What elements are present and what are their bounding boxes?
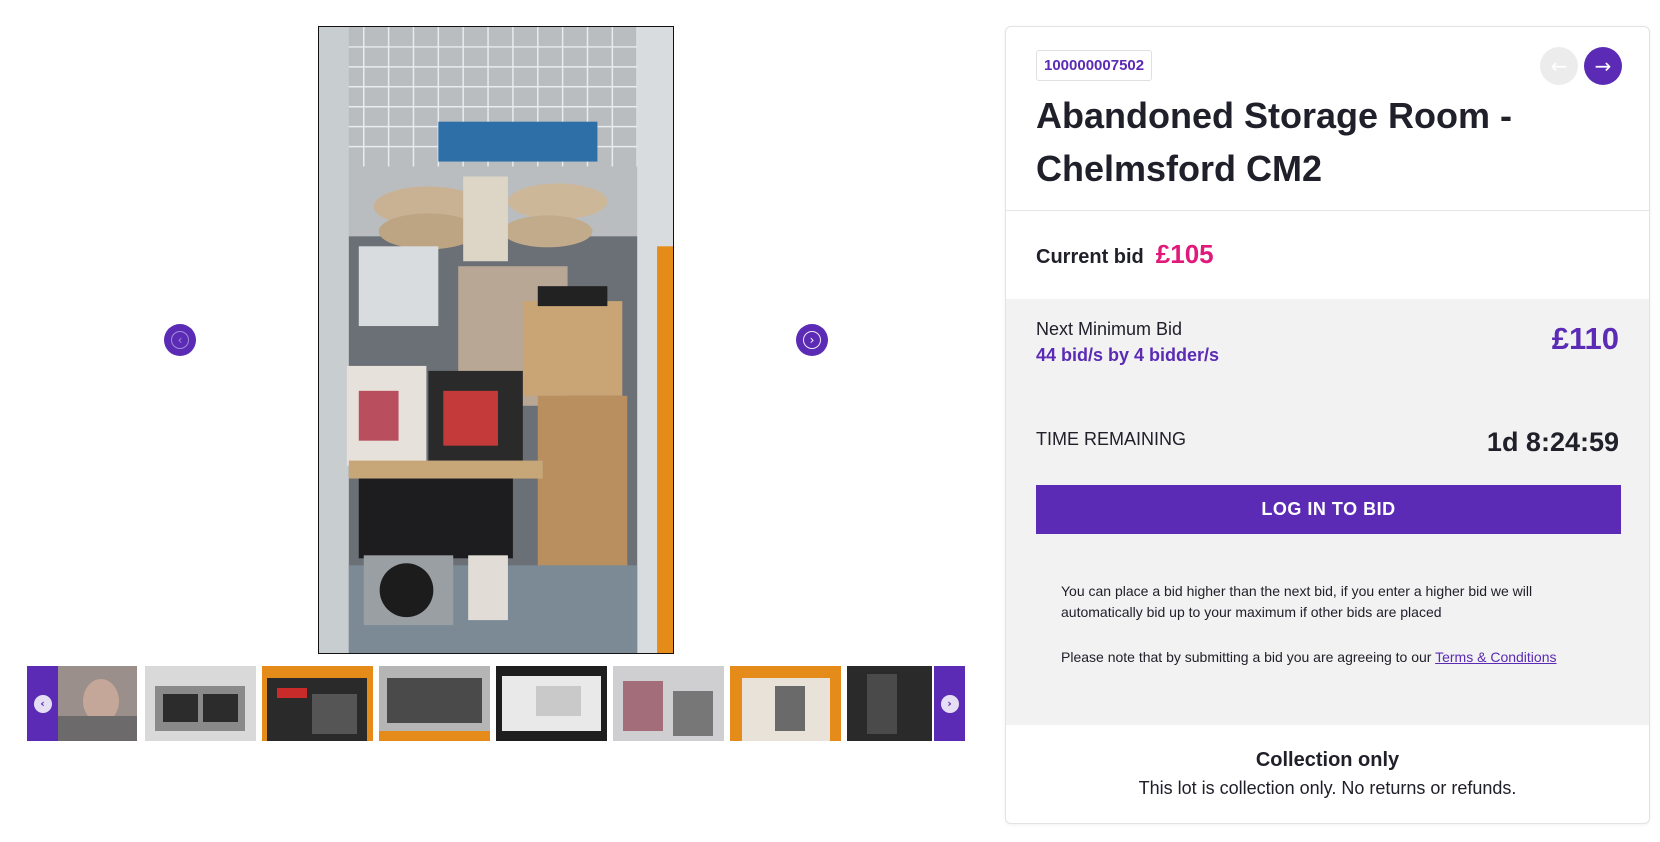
bid-info-text: You can place a bid higher than the next… bbox=[1061, 583, 1533, 620]
thumbnail-4[interactable] bbox=[379, 666, 490, 741]
time-remaining-label: TIME REMAINING bbox=[1036, 429, 1187, 449]
image-gallery: ‹ › ‹ › bbox=[0, 0, 990, 842]
current-bid-value: £105 bbox=[1155, 239, 1214, 269]
terms-prefix: Please note that by submitting a bid you… bbox=[1061, 649, 1436, 665]
thumbnail-2[interactable] bbox=[145, 666, 256, 741]
arrow-left-icon: ← bbox=[1550, 54, 1568, 78]
main-image-prev-button[interactable]: ‹ bbox=[164, 324, 196, 356]
current-bid-label: Current bid bbox=[1036, 246, 1144, 268]
chevron-left-icon: ‹ bbox=[171, 331, 189, 349]
next-minimum-bid-value: £110 bbox=[1551, 321, 1619, 356]
thumbnail-5[interactable] bbox=[496, 666, 607, 741]
divider bbox=[1006, 210, 1649, 211]
chevron-right-icon: › bbox=[803, 331, 821, 349]
next-lot-button[interactable]: → bbox=[1584, 47, 1622, 85]
thumbnail-strip bbox=[27, 666, 966, 742]
chevron-left-icon: ‹ bbox=[33, 694, 52, 713]
collection-title: Collection only bbox=[1255, 749, 1400, 771]
chevron-right-icon: › bbox=[940, 694, 959, 713]
collection-text: This lot is collection only. No returns … bbox=[1138, 778, 1517, 798]
thumbnail-next-button[interactable]: › bbox=[934, 666, 965, 741]
thumbnail-8[interactable] bbox=[847, 666, 932, 741]
bid-count: 44 bid/s by 4 bidder/s bbox=[1036, 345, 1220, 365]
main-lot-image[interactable] bbox=[318, 26, 674, 654]
lot-number-badge: 100000007502 bbox=[1036, 50, 1153, 81]
terms-notice: Please note that by submitting a bid you… bbox=[1061, 649, 1557, 665]
log-in-to-bid-button[interactable]: LOG IN TO BID bbox=[1036, 485, 1621, 534]
lot-details-card: 100000007502 ← → Abandoned Storage Room … bbox=[1005, 26, 1650, 824]
thumbnail-1[interactable] bbox=[56, 666, 137, 741]
thumbnail-3[interactable] bbox=[262, 666, 373, 741]
arrow-right-icon: → bbox=[1594, 54, 1612, 78]
thumbnail-7[interactable] bbox=[730, 666, 841, 741]
time-remaining-value: 1d 8:24:59 bbox=[1486, 427, 1619, 457]
previous-lot-button[interactable]: ← bbox=[1540, 47, 1578, 85]
lot-title: Abandoned Storage Room - Chelmsford CM2 bbox=[1036, 95, 1512, 189]
main-image-next-button[interactable]: › bbox=[796, 324, 828, 356]
bid-panel: Next Minimum Bid 44 bid/s by 4 bidder/s … bbox=[1006, 299, 1649, 725]
current-bid-row: Current bid £105 bbox=[1036, 239, 1214, 270]
terms-conditions-link[interactable]: Terms & Conditions bbox=[1435, 649, 1556, 665]
thumbnail-6[interactable] bbox=[613, 666, 724, 741]
next-minimum-bid-label: Next Minimum Bid bbox=[1036, 319, 1183, 339]
thumbnail-prev-button[interactable]: ‹ bbox=[27, 666, 58, 741]
